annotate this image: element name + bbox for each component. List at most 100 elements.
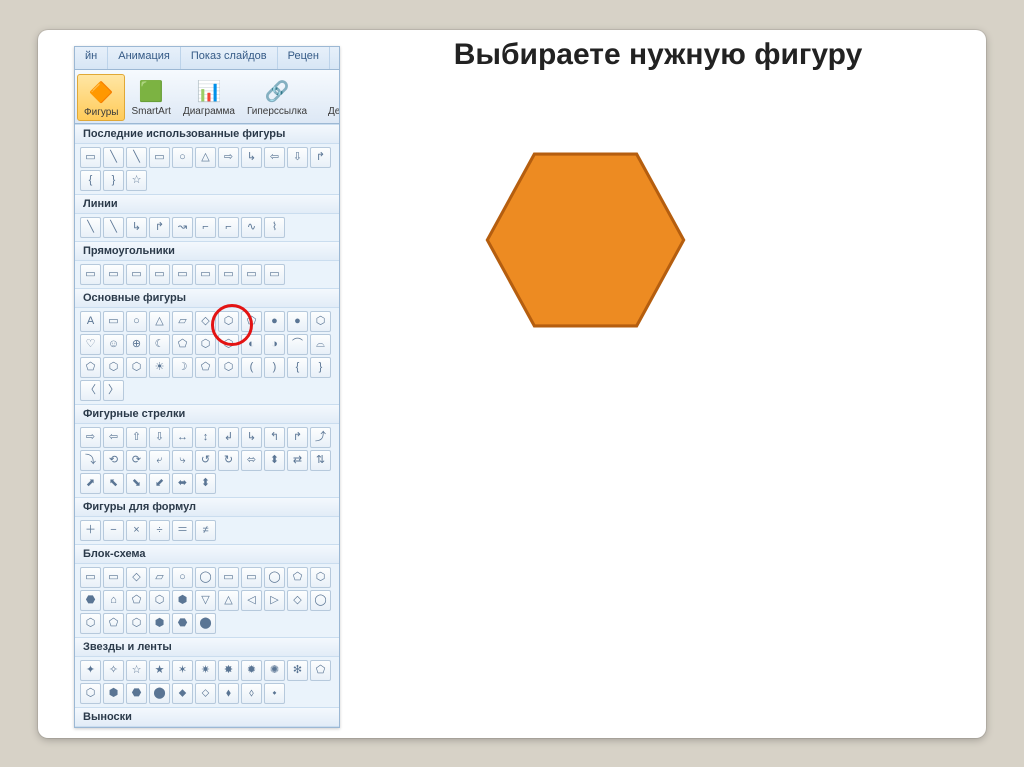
shape-option[interactable]: ✸ [218, 660, 239, 681]
shape-option[interactable]: ☆ [126, 660, 147, 681]
shape-option[interactable]: ⇩ [149, 427, 170, 448]
shape-option[interactable]: ⬠ [195, 357, 216, 378]
shape-option[interactable]: ◯ [195, 567, 216, 588]
shape-option[interactable]: ✻ [287, 660, 308, 681]
shape-option[interactable]: ♡ [80, 334, 101, 355]
shape-option[interactable]: ⬡ [195, 334, 216, 355]
shape-option[interactable]: ↱ [310, 147, 331, 168]
shape-option[interactable]: ⊕ [126, 334, 147, 355]
shape-option[interactable]: ▭ [195, 264, 216, 285]
shape-option[interactable]: ⬄ [241, 450, 262, 471]
shape-option[interactable]: ✦ [80, 660, 101, 681]
shape-option[interactable]: ☽ [172, 357, 193, 378]
shape-option[interactable]: ⌐ [195, 217, 216, 238]
shape-option[interactable]: 〈 [80, 380, 101, 401]
shape-option[interactable]: A [80, 311, 101, 332]
shape-option[interactable]: ⬡ [103, 357, 124, 378]
shape-option[interactable]: ☆ [126, 170, 147, 191]
shape-option[interactable]: ⌇ [264, 217, 285, 238]
shape-option[interactable]: ⤴ [310, 427, 331, 448]
shape-option[interactable]: ▭ [103, 567, 124, 588]
shape-option[interactable]: ⬠ [172, 334, 193, 355]
ribbon-chart[interactable]: 📊 Диаграмма [177, 74, 241, 121]
shape-option[interactable]: ⬡ [218, 334, 239, 355]
shape-option[interactable]: ◇ [287, 590, 308, 611]
tab-animation[interactable]: Анимация [108, 47, 181, 69]
shape-option[interactable]: ⬍ [264, 450, 285, 471]
shape-option[interactable]: ↱ [149, 217, 170, 238]
shape-option[interactable]: ⬡ [149, 590, 170, 611]
shape-option[interactable]: ↔ [172, 427, 193, 448]
shape-option[interactable]: ✺ [264, 660, 285, 681]
shape-option[interactable]: ◯ [310, 590, 331, 611]
shape-option[interactable]: ☀ [149, 357, 170, 378]
shape-option[interactable]: ▭ [103, 264, 124, 285]
shape-option[interactable]: ⬢ [149, 613, 170, 634]
shape-option[interactable]: ⌓ [310, 334, 331, 355]
ribbon-shapes[interactable]: 🔶 Фигуры [77, 74, 125, 121]
shape-option[interactable]: ⌂ [103, 590, 124, 611]
ribbon-de[interactable]: Де [313, 74, 340, 121]
shape-option[interactable]: ⬡ [310, 567, 331, 588]
shape-option[interactable]: ○ [172, 147, 193, 168]
shape-option[interactable]: ⬠ [126, 590, 147, 611]
shape-option[interactable]: ⬍ [195, 473, 216, 494]
shape-option[interactable]: ⌒ [287, 334, 308, 355]
shape-option[interactable]: ▭ [149, 264, 170, 285]
shape-option[interactable]: ⇦ [103, 427, 124, 448]
shape-option[interactable]: ↝ [172, 217, 193, 238]
shape-option[interactable]: } [310, 357, 331, 378]
shape-option[interactable]: ▭ [149, 147, 170, 168]
shape-option[interactable]: ≠ [195, 520, 216, 541]
shape-option[interactable]: ⬠ [103, 613, 124, 634]
shape-option[interactable]: ▭ [241, 567, 262, 588]
shape-option[interactable]: ▽ [195, 590, 216, 611]
shape-option[interactable]: ↕ [195, 427, 216, 448]
shape-option[interactable]: ⬡ [80, 683, 101, 704]
shape-option[interactable]: ⤷ [172, 450, 193, 471]
shape-option[interactable]: ▭ [241, 264, 262, 285]
shape-option[interactable]: { [80, 170, 101, 191]
shape-option[interactable]: × [126, 520, 147, 541]
ribbon-smartart[interactable]: 🟩 SmartArt [125, 74, 176, 121]
shape-option[interactable]: ⬌ [172, 473, 193, 494]
shape-option[interactable]: ⬢ [172, 590, 193, 611]
shape-option[interactable]: ⬊ [126, 473, 147, 494]
shape-option[interactable]: ◇ [126, 567, 147, 588]
shape-option[interactable]: ⬣ [172, 613, 193, 634]
shape-option[interactable]: ✹ [241, 660, 262, 681]
shape-option[interactable]: ⬣ [126, 683, 147, 704]
shape-option[interactable]: ⤵ [80, 450, 101, 471]
shape-option[interactable]: ✶ [172, 660, 193, 681]
shape-option[interactable]: ⬨ [241, 683, 262, 704]
shape-option[interactable]: ╲ [126, 147, 147, 168]
shape-option[interactable]: ⬡ [310, 311, 331, 332]
shape-option[interactable]: − [103, 520, 124, 541]
shape-option[interactable]: ⬠ [287, 567, 308, 588]
shape-option[interactable]: ▭ [80, 264, 101, 285]
shape-option[interactable]: ⬠ [80, 357, 101, 378]
shape-option[interactable]: ∿ [241, 217, 262, 238]
tab-review[interactable]: Рецен [278, 47, 330, 69]
shape-option[interactable]: ⬠ [241, 311, 262, 332]
shape-option[interactable]: ○ [172, 567, 193, 588]
shape-option[interactable]: ⬡ [218, 311, 239, 332]
shape-option[interactable]: ⬈ [80, 473, 101, 494]
shape-option[interactable]: ⬥ [172, 683, 193, 704]
shape-option[interactable]: ⬡ [80, 613, 101, 634]
shape-option[interactable]: ) [264, 357, 285, 378]
shape-option[interactable]: ⟲ [103, 450, 124, 471]
shape-option[interactable]: ↰ [264, 427, 285, 448]
shape-option[interactable]: ⇦ [264, 147, 285, 168]
shape-option[interactable]: ╲ [80, 217, 101, 238]
shape-option[interactable]: ▭ [172, 264, 193, 285]
shape-option[interactable]: ⬋ [149, 473, 170, 494]
shape-option[interactable]: ↻ [218, 450, 239, 471]
shape-option[interactable]: ◐ [241, 334, 262, 355]
shape-option[interactable]: ⬧ [218, 683, 239, 704]
shape-option[interactable]: } [103, 170, 124, 191]
shape-option[interactable]: ✷ [195, 660, 216, 681]
shape-option[interactable]: ( [241, 357, 262, 378]
shape-option[interactable]: ☺ [103, 334, 124, 355]
shape-option[interactable]: ↳ [241, 427, 262, 448]
